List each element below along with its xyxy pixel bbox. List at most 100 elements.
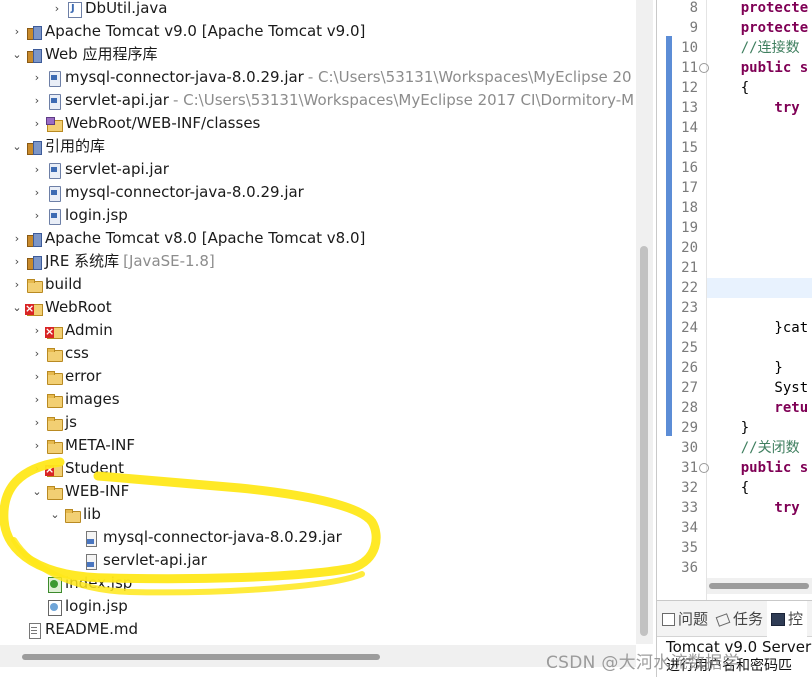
tree-item[interactable]: › mysql-connector-java-8.0.29.jar <box>30 181 304 204</box>
tree-item[interactable]: › Admin <box>30 319 113 342</box>
chevron-right-icon[interactable]: › <box>30 319 44 342</box>
tree-item[interactable]: servlet-api.jar <box>68 549 207 572</box>
tree-item[interactable]: › js <box>30 411 77 434</box>
chevron-right-icon[interactable]: › <box>10 250 24 273</box>
jar-icon <box>46 208 62 225</box>
line-number: 8 <box>689 0 698 16</box>
chevron-right-icon[interactable]: › <box>30 158 44 181</box>
tree-item[interactable]: › servlet-api.jar - C:\Users\53131\Workspa… <box>30 89 634 112</box>
tree-item-detail: - C:\Users\53131\Workspaces\MyEclipse 20 <box>307 68 632 86</box>
tree-item-label: DbUtil.java <box>85 0 168 17</box>
tree-item-label: 引用的库 <box>45 137 106 155</box>
folder-icon <box>26 277 43 293</box>
chevron-right-icon[interactable]: › <box>30 204 44 227</box>
line-number: 17 <box>681 180 698 196</box>
scrollbar-thumb[interactable] <box>22 654 380 660</box>
tree-item-label: images <box>65 390 120 408</box>
tree-item-label: servlet-api.jar <box>103 551 207 569</box>
chevron-right-icon[interactable]: › <box>30 434 44 457</box>
tab-console[interactable]: 控 <box>767 600 808 637</box>
chevron-right-icon[interactable]: › <box>30 388 44 411</box>
tree-item-label: build <box>45 275 82 293</box>
line-number: 29 <box>681 420 698 436</box>
line-number: 10 <box>681 40 698 56</box>
tab-problems[interactable]: 问题 <box>657 601 712 637</box>
java-editor[interactable]: 8 9 10 11 12 13 14 15 16 17 18 19 20 21 22 23 24 25 26 27 28… <box>656 0 812 600</box>
line-number: 12 <box>681 80 698 96</box>
tree-item-label: Web 应用程序库 <box>45 45 158 63</box>
line-number: 15 <box>681 140 698 156</box>
chevron-down-icon[interactable]: ⌄ <box>10 43 24 66</box>
scrollbar-thumb[interactable] <box>640 246 648 636</box>
tree-item[interactable]: › css <box>30 342 89 365</box>
tree-item[interactable]: › Student <box>30 457 124 480</box>
tab-label: 控 <box>788 610 804 628</box>
tree-item-label: WebRoot <box>45 298 112 316</box>
tree-item[interactable]: ⌄ WEB-INF <box>30 480 129 503</box>
tree-item[interactable]: › Apache Tomcat v8.0 [Apache Tomcat v8.0] <box>10 227 366 250</box>
tree-item[interactable]: ⌄ WebRoot <box>10 296 112 319</box>
tree-item[interactable]: › mysql-connector-java-8.0.29.jar - C:\Use… <box>30 66 632 89</box>
explorer-horizontal-scrollbar[interactable] <box>0 645 636 667</box>
line-number: 30 <box>681 440 698 456</box>
line-number: 22 <box>681 280 698 296</box>
tree-item[interactable]: mysql-connector-java-8.0.29.jar <box>68 526 342 549</box>
jsp-file-icon <box>46 599 62 616</box>
console-icon <box>771 612 786 626</box>
tree-item[interactable]: › images <box>30 388 120 411</box>
library-icon <box>26 231 42 247</box>
tree-item[interactable]: README.md <box>10 618 138 641</box>
jsp-file-icon <box>46 576 62 593</box>
chevron-right-icon[interactable]: › <box>30 457 44 480</box>
tree-item[interactable]: ⌄ lib <box>48 503 100 526</box>
tree-item[interactable]: › error <box>30 365 102 388</box>
line-number: 19 <box>681 220 698 236</box>
jar-icon <box>46 162 62 179</box>
chevron-down-icon[interactable]: ⌄ <box>48 503 62 526</box>
folder-icon <box>46 369 63 385</box>
line-number: 27 <box>681 380 698 396</box>
tree-item[interactable]: index.jsp <box>30 572 132 595</box>
chevron-right-icon[interactable]: › <box>30 365 44 388</box>
tree-item[interactable]: › Apache Tomcat v9.0 [Apache Tomcat v9.0] <box>10 20 366 43</box>
chevron-right-icon[interactable]: › <box>30 112 44 135</box>
tree-item-label: servlet-api.jar <box>65 160 169 178</box>
tree-item[interactable]: › DbUtil.java <box>50 0 167 20</box>
chevron-right-icon[interactable]: › <box>10 227 24 250</box>
chevron-right-icon[interactable]: › <box>30 342 44 365</box>
tree-item[interactable]: › servlet-api.jar <box>30 158 169 181</box>
tree-item-label: Apache Tomcat v8.0 [Apache Tomcat v8.0] <box>45 229 366 247</box>
explorer-vertical-scrollbar[interactable] <box>636 0 653 644</box>
chevron-down-icon[interactable]: ⌄ <box>30 480 44 503</box>
code-area[interactable]: protecte protecte //连接数 public s { try }… <box>707 0 812 600</box>
chevron-right-icon[interactable]: › <box>30 66 44 89</box>
tree-item[interactable]: › JRE 系统库 [JavaSE-1.8] <box>10 250 215 273</box>
chevron-right-icon[interactable]: › <box>30 411 44 434</box>
chevron-right-icon[interactable]: › <box>30 181 44 204</box>
problems-icon <box>661 612 675 626</box>
tree-item[interactable]: › login.jsp <box>30 204 128 227</box>
tree-item[interactable]: ⌄ 引用的库 <box>10 135 105 158</box>
chevron-right-icon[interactable]: › <box>50 0 64 20</box>
folder-error-icon <box>45 461 63 477</box>
chevron-down-icon[interactable]: ⌄ <box>10 135 24 158</box>
code-line: public s <box>707 460 809 476</box>
tree-item-label: Admin <box>65 321 113 339</box>
chevron-down-icon[interactable]: ⌄ <box>10 296 24 319</box>
csdn-watermark: CSDN @大河水流数据学 <box>546 653 740 673</box>
tree-item-label: error <box>65 367 102 385</box>
scrollbar-thumb[interactable] <box>709 583 809 589</box>
editor-horizontal-scrollbar[interactable] <box>707 578 812 594</box>
library-icon <box>26 254 42 270</box>
chevron-right-icon[interactable]: › <box>10 20 24 43</box>
chevron-right-icon[interactable]: › <box>10 273 24 296</box>
tree-item[interactable]: login.jsp <box>30 595 128 618</box>
tree-item[interactable]: › build <box>10 273 82 296</box>
chevron-right-icon[interactable]: › <box>30 89 44 112</box>
tab-tasks[interactable]: 任务 <box>712 601 767 637</box>
tree-item[interactable]: › WebRoot/WEB-INF/classes <box>30 112 261 135</box>
tree-item[interactable]: › META-INF <box>30 434 135 457</box>
line-number: 32 <box>681 480 698 496</box>
tree-item[interactable]: ⌄ Web 应用程序库 <box>10 43 157 66</box>
code-line: protecte <box>707 20 809 36</box>
